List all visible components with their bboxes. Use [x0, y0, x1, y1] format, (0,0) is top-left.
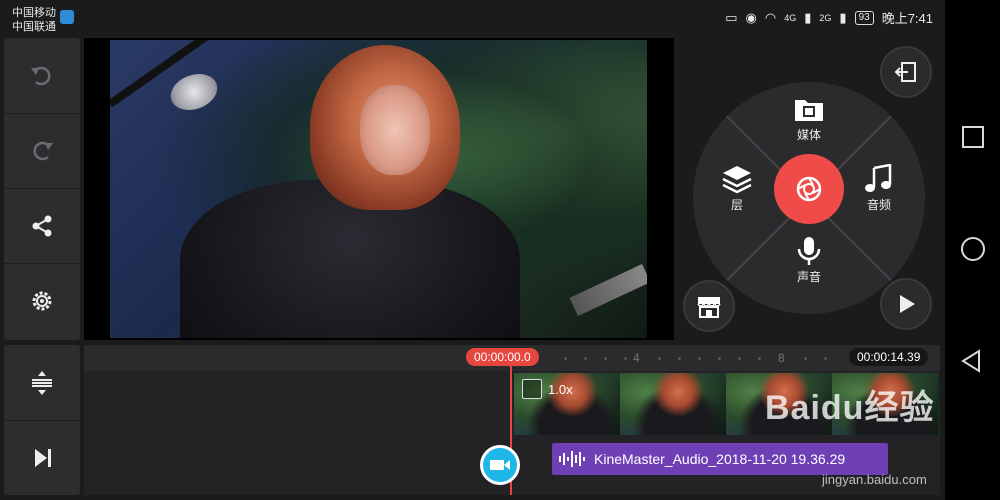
microphone	[165, 67, 223, 117]
play-button[interactable]	[880, 278, 932, 330]
layers-icon	[722, 166, 752, 194]
media-button[interactable]: 媒体	[779, 94, 839, 143]
cast-icon: ▭	[725, 9, 738, 25]
capture-button[interactable]	[774, 154, 844, 224]
settings-icon	[32, 291, 52, 310]
skip-to-end-icon	[35, 448, 51, 467]
track-layout-icon	[32, 370, 52, 395]
recent-apps-button[interactable]	[962, 126, 984, 148]
layer-label: 层	[730, 198, 743, 212]
carrier-2: 中国联通	[12, 21, 56, 33]
track-layout-button[interactable]	[4, 345, 80, 421]
guitar-neck	[569, 264, 647, 316]
clip-thumbnail	[620, 373, 726, 435]
redo-button[interactable]	[4, 113, 80, 189]
home-button[interactable]	[961, 237, 985, 261]
video-frame	[110, 40, 647, 338]
battery-indicator: 93	[854, 10, 874, 25]
redo-icon	[33, 141, 53, 160]
voice-label: 声音	[796, 270, 821, 284]
signal-2g-label: 2G	[819, 12, 832, 23]
video-preview[interactable]	[84, 38, 674, 340]
share-icon	[32, 215, 52, 236]
undo-button[interactable]	[4, 38, 80, 114]
music-note-icon	[865, 164, 892, 192]
voice-button[interactable]: 声音	[779, 236, 839, 285]
performer-face	[360, 85, 430, 175]
system-nav-bar	[945, 0, 1000, 500]
current-time-badge: 00:00:00.0	[466, 348, 539, 366]
wifi-icon: ◠	[764, 9, 777, 25]
left-toolbar	[4, 38, 80, 340]
audio-clip[interactable]: KineMaster_Audio_2018-11-20 19.36.29	[552, 443, 888, 475]
status-icons: ▭ ◉ ◠ 4G ▮ 2G ▮ 93 晚上7:41	[725, 8, 933, 27]
audio-button[interactable]: 音频	[849, 164, 909, 213]
play-icon	[900, 295, 915, 313]
clip-speed-label: 1.0x	[548, 381, 573, 397]
ruler-tick-8: 8	[778, 351, 785, 365]
audio-label: 音频	[866, 198, 891, 212]
video-camera-icon	[490, 460, 510, 470]
undo-icon	[31, 66, 51, 85]
audio-clip-name: KineMaster_Audio_2018-11-20 19.36.29	[594, 451, 846, 467]
waveform-icon	[559, 451, 585, 467]
asset-store-button[interactable]	[683, 280, 735, 332]
share-button[interactable]	[4, 188, 80, 264]
back-button[interactable]	[959, 348, 985, 374]
film-folder-icon	[795, 100, 823, 121]
clip-speed-indicator: 1.0x	[522, 379, 573, 399]
layer-button[interactable]: 层	[707, 164, 767, 213]
clock: 晚上7:41	[881, 11, 933, 26]
settings-button[interactable]	[4, 263, 80, 338]
signal-2-icon: ▮	[839, 9, 847, 25]
back-triangle-icon	[961, 349, 980, 373]
timeline-toolbar	[4, 345, 80, 495]
aperture-icon	[796, 176, 822, 202]
baidu-watermark-url: jingyan.baidu.com	[822, 472, 927, 487]
status-bar: 中国移动 中国联通 ▭ ◉ ◠ 4G ▮ 2G ▮ 93 晚上7:41	[0, 0, 945, 34]
baidu-watermark: Baidu经验	[765, 389, 935, 427]
exit-button[interactable]	[880, 46, 932, 98]
exit-icon	[894, 62, 916, 82]
store-icon	[697, 297, 721, 318]
ruler-tick-4: 4	[633, 351, 640, 365]
signal-1-icon: ▮	[804, 9, 812, 25]
microphone-icon	[797, 237, 821, 265]
app-notification-icon	[60, 10, 74, 24]
signal-4g-label: 4G	[784, 12, 797, 23]
total-time-badge: 00:00:14.39	[849, 348, 929, 366]
clip-icon	[522, 379, 542, 399]
media-label: 媒体	[796, 128, 821, 142]
record-video-button[interactable]	[480, 445, 520, 485]
skip-to-end-button[interactable]	[4, 420, 80, 495]
eye-icon: ◉	[745, 9, 757, 25]
